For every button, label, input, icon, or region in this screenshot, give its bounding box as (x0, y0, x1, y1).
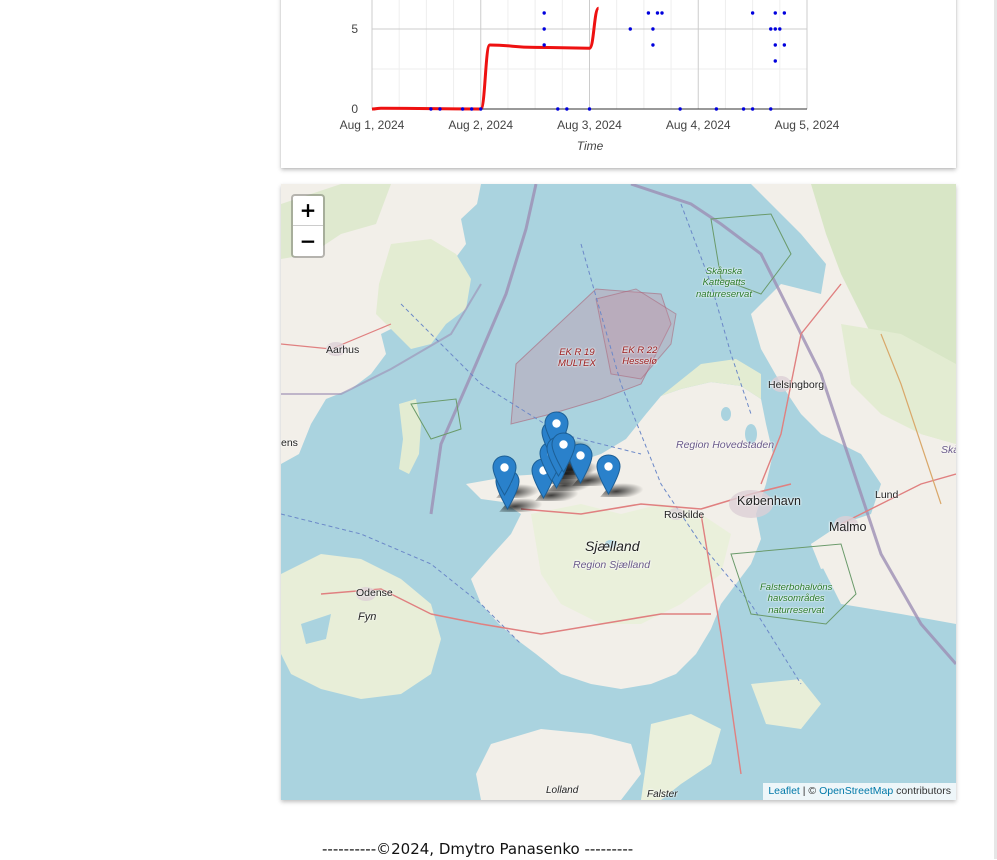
series-point-blue (651, 27, 655, 31)
series-point-blue (556, 107, 560, 111)
label-lolland: Lolland (546, 785, 579, 796)
label-fyn: Fyn (358, 611, 377, 623)
series-point-blue (782, 11, 787, 15)
label-skanska-line1: Skånska (705, 266, 743, 277)
series-point-blue (782, 43, 787, 47)
series-point-blue (542, 11, 546, 15)
series-point-blue (646, 11, 651, 15)
series-point-blue (741, 107, 746, 111)
label-falsterbo-line3: naturreservat (768, 604, 825, 616)
label-falsterbo-line2: havsområdes (767, 593, 825, 605)
label-ek-r-22-line2: Hesselø (622, 355, 658, 367)
label-edge-ens: ens (281, 437, 298, 449)
series-point-blue (660, 11, 664, 15)
series-point-blue (438, 107, 442, 111)
series-point-blue (678, 107, 682, 111)
map-container[interactable]: Aarhus rs ens EK R 19MULTEX EK R 22Hesse… (281, 184, 956, 800)
label-ek-r-22: EK R 22 Hesselø (622, 345, 658, 368)
series-point-blue (750, 11, 755, 15)
zoom-out-button[interactable]: − (293, 226, 323, 256)
series-point-blue (587, 107, 592, 111)
map-marker-icon[interactable] (596, 454, 621, 495)
chart-card: 0 5 Aug 1, 2024 Aug 2, 2024 Aug 3, 2024 Aug 4… (281, 0, 956, 168)
x-tick-label: Aug 3, 2024 (557, 118, 622, 132)
x-axis-title: Time (577, 139, 604, 153)
map-marker-icon[interactable] (551, 432, 576, 473)
series-point-blue (773, 43, 777, 47)
x-tick-label: Aug 2, 2024 (448, 118, 513, 132)
label-skanska-line3: naturreservat (696, 288, 752, 300)
series-point-blue (769, 27, 773, 31)
label-lund: Lund (875, 489, 899, 501)
series-point-blue (773, 27, 777, 31)
series-point-blue (429, 107, 433, 111)
label-ek-r-19-line2: MULTEX (558, 357, 596, 369)
label-region-hovedstaden: Region Hovedstaden (676, 439, 775, 451)
series-point-blue (773, 11, 777, 15)
label-roskilde: Roskilde (664, 509, 705, 521)
y-tick-label: 0 (351, 102, 358, 116)
label-sjaelland: Sjælland (585, 538, 640, 554)
series-point-blue (628, 27, 632, 31)
x-tick-label: Aug 4, 2024 (666, 118, 731, 132)
x-tick-label: Aug 5, 2024 (775, 118, 840, 132)
label-malmo: Malmo (829, 520, 867, 534)
series-point-blue (542, 43, 546, 47)
label-odense: Odense (356, 587, 393, 599)
series-point-blue (479, 107, 483, 111)
label-aarhus: Aarhus (326, 344, 360, 356)
series-point-blue (714, 107, 719, 111)
map-marker-icon[interactable] (492, 455, 517, 496)
label-falster: Falster (647, 789, 678, 800)
label-ska-edge: Skå (941, 444, 956, 456)
label-region-sjaelland: Region Sjælland (573, 559, 651, 571)
series-point-blue (750, 107, 755, 111)
label-skanska-reserve: Skånska Kattegatts naturreservat (696, 266, 752, 300)
series-point-blue (460, 107, 465, 111)
attribution-contributors: contributors (893, 785, 951, 797)
label-ek-r-19: EK R 19 MULTEX (558, 347, 596, 370)
map-attribution: Leaflet | © OpenStreetMap contributors (763, 783, 956, 800)
label-ek-r-19-line1: EK R 19 (559, 347, 595, 358)
label-ek-r-22-line1: EK R 22 (622, 345, 658, 356)
series-point-blue (773, 59, 777, 63)
x-tick-label: Aug 1, 2024 (340, 118, 405, 132)
label-skanska-line2: Kattegatts (702, 277, 746, 289)
label-kobenhavn: København (737, 494, 801, 508)
series-point-blue (542, 27, 546, 31)
series-point-blue (651, 43, 655, 47)
series-point-blue (778, 27, 782, 31)
leaflet-link[interactable]: Leaflet (768, 785, 800, 797)
attribution-separator: | © (799, 785, 820, 797)
series-point-blue (565, 107, 569, 111)
zoom-in-button[interactable]: + (293, 196, 323, 226)
zoom-control: + − (291, 194, 325, 258)
label-helsingborg: Helsingborg (768, 379, 825, 391)
series-point-blue (469, 107, 474, 111)
series-point-blue (769, 107, 773, 111)
y-tick-label: 5 (351, 22, 358, 36)
label-falsterbo-line1: Falsterbohalvöns (760, 582, 833, 593)
page-footer: ----------©2024, Dmytro Panasenko ------… (322, 840, 634, 858)
openstreetmap-link[interactable]: OpenStreetMap (819, 785, 893, 797)
label-falsterbo-reserve: Falsterbohalvöns havsområdes naturreservat (760, 582, 832, 616)
time-series-chart: 0 5 Aug 1, 2024 Aug 2, 2024 Aug 3, 2024 Aug 4… (340, 0, 840, 153)
series-point-blue (655, 11, 660, 15)
